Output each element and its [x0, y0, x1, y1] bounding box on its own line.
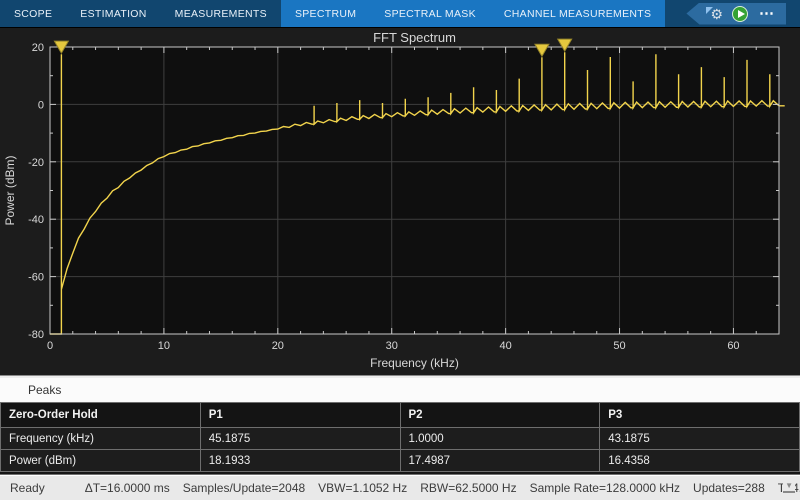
svg-text:10: 10 — [158, 340, 170, 352]
peaks-frequency-row: Frequency (kHz) 45.1875 1.0000 43.1875 — [1, 428, 800, 450]
svg-text:FFT Spectrum: FFT Spectrum — [373, 30, 456, 45]
peaks-col-channel: Zero-Order Hold — [1, 403, 201, 428]
peaks-power-row: Power (dBm) 18.1933 17.4987 16.4358 — [1, 450, 800, 472]
row-label: Power (dBm) — [1, 450, 201, 472]
tab-channel-measurements[interactable]: CHANNEL MEASUREMENTS — [490, 0, 665, 27]
svg-text:Power (dBm): Power (dBm) — [3, 155, 17, 225]
peaks-col-p2: P2 — [400, 403, 600, 428]
svg-text:50: 50 — [613, 340, 625, 352]
svg-text:Frequency (kHz): Frequency (kHz) — [370, 356, 459, 370]
svg-text:60: 60 — [727, 340, 739, 352]
gear-accent-icon — [706, 7, 713, 14]
status-rbw: RBW=62.5000 Hz — [420, 481, 516, 495]
tab-spectrum[interactable]: SPECTRUM — [281, 0, 370, 27]
fft-spectrum-panel: 0 10 20 30 40 50 60 20 0 -20 -40 -60 -80 FFT Spectrum… — [0, 28, 800, 375]
status-ready-label: Ready — [10, 481, 45, 495]
settings-gear-icon[interactable]: ⚙ — [710, 7, 723, 21]
tab-measurements[interactable]: MEASUREMENTS — [161, 0, 281, 27]
peaks-panel-title: Peaks — [28, 383, 61, 397]
toolstrip-tab-bar: SCOPE ESTIMATION MEASUREMENTS SPECTRUM S… — [0, 0, 800, 28]
more-options-button[interactable]: ⋯ — [757, 6, 776, 21]
play-icon — [738, 10, 745, 18]
p3-frequency-value: 43.1875 — [600, 428, 800, 450]
p2-frequency-value: 1.0000 — [400, 428, 600, 450]
svg-text:-20: -20 — [28, 157, 44, 169]
row-label: Frequency (kHz) — [1, 428, 201, 450]
context-tab-group: SPECTRUM SPECTRAL MASK CHANNEL MEASUREME… — [281, 0, 665, 27]
svg-text:-40: -40 — [28, 214, 44, 226]
tab-estimation[interactable]: ESTIMATION — [66, 0, 160, 27]
svg-text:0: 0 — [47, 340, 53, 352]
status-updates: Updates=288 — [693, 481, 765, 495]
svg-text:0: 0 — [38, 99, 44, 111]
svg-text:20: 20 — [272, 340, 284, 352]
tab-spectral-mask[interactable]: SPECTRAL MASK — [370, 0, 490, 27]
svg-text:40: 40 — [500, 340, 512, 352]
svg-text:-60: -60 — [28, 272, 44, 284]
peaks-table-container: Zero-Order Hold P1 P2 P3 Frequency (kHz)… — [0, 402, 800, 474]
status-delta-t: ΔT=16.0000 ms — [85, 481, 170, 495]
spectrum-analyzer-window: SCOPE ESTIMATION MEASUREMENTS SPECTRUM S… — [0, 0, 800, 500]
peaks-table-header-row: Zero-Order Hold P1 P2 P3 — [1, 403, 800, 428]
svg-text:-80: -80 — [28, 329, 44, 341]
status-samples-per-update: Samples/Update=2048 — [183, 481, 305, 495]
status-sample-rate: Sample Rate=128.0000 kHz — [530, 481, 680, 495]
tab-scope[interactable]: SCOPE — [0, 0, 66, 27]
p1-power-value: 18.1933 — [200, 450, 400, 472]
statusbar-dock-icon[interactable]: ▼ — [783, 482, 795, 493]
p2-power-value: 17.4987 — [400, 450, 600, 472]
quick-access-banner: ⚙ ⋯ — [686, 3, 786, 25]
status-bar: Ready ΔT=16.0000 ms Samples/Update=2048 … — [0, 474, 800, 500]
status-vbw: VBW=1.1052 Hz — [318, 481, 407, 495]
p3-power-value: 16.4358 — [600, 450, 800, 472]
peaks-panel-header: Peaks — [0, 378, 800, 402]
peaks-col-p3: P3 — [600, 403, 800, 428]
fft-spectrum-chart[interactable]: 0 10 20 30 40 50 60 20 0 -20 -40 -60 -80 FFT Spectrum… — [0, 28, 800, 375]
p1-frequency-value: 45.1875 — [200, 428, 400, 450]
svg-text:20: 20 — [32, 42, 44, 54]
peaks-col-p1: P1 — [200, 403, 400, 428]
toolbar-quick-actions: ⚙ ⋯ — [686, 0, 800, 27]
run-button[interactable] — [732, 6, 748, 22]
peaks-table: Zero-Order Hold P1 P2 P3 Frequency (kHz)… — [0, 402, 800, 472]
svg-text:30: 30 — [386, 340, 398, 352]
